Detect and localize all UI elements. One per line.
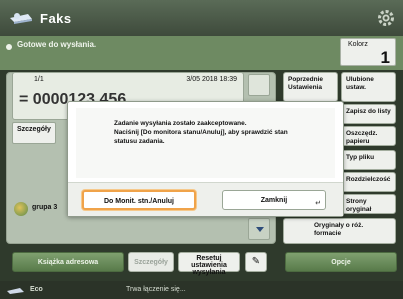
eco-icon <box>6 284 26 298</box>
mixed-size-originals-button[interactable]: Oryginały o róż. formacie <box>283 218 396 244</box>
file-type-button[interactable]: Typ pliku <box>341 150 396 170</box>
job-number: 1/1 <box>34 76 44 83</box>
group-label: grupa 3 <box>32 204 58 211</box>
scroll-up-button[interactable] <box>248 74 270 96</box>
save-to-list-button[interactable]: Zapisz do listy <box>341 104 396 124</box>
original-sides-button[interactable]: Strony oryginał <box>341 194 396 214</box>
close-button-label: Zamknij <box>260 197 288 204</box>
details-button[interactable]: Szczegóły <box>12 122 56 144</box>
status-monitor-cancel-button[interactable]: Do Monit. stn./Anuluj <box>82 190 196 210</box>
chevron-down-icon <box>256 227 264 232</box>
dialog-line-2: Naciśnij [Do monitora stanu/Anuluj], aby… <box>114 129 288 136</box>
dialog-line-3: statusu zadania. <box>114 138 165 145</box>
status-bar: Gotowe do wysłania. Kolorz 1 <box>0 36 403 70</box>
fax-icon <box>8 9 34 30</box>
status-indicator-icon <box>6 44 12 50</box>
status-message: Gotowe do wysłania. <box>17 40 97 49</box>
enter-corner-icon: ↵ <box>315 200 321 207</box>
favorite-settings-button[interactable]: Ulubione ustaw. <box>341 72 396 102</box>
options-button[interactable]: Opcje <box>285 252 397 272</box>
app-title: Faks <box>40 11 72 26</box>
gear-icon[interactable] <box>377 9 395 32</box>
previous-settings-button[interactable]: Poprzednie Ustawienia <box>283 72 338 102</box>
group-icon <box>14 202 28 216</box>
close-button[interactable]: Zamknij ↵ <box>222 190 326 210</box>
dialog-message-area: Zadanie wysyłania zostało zaakceptowane.… <box>76 108 335 178</box>
dialog-line-1: Zadanie wysyłania zostało zaakceptowane. <box>114 120 247 127</box>
edit-icon[interactable]: ✎ <box>245 252 267 272</box>
scroll-down-button[interactable] <box>248 218 270 240</box>
send-accepted-dialog: Zadanie wysyłania zostało zaakceptowane.… <box>67 101 344 217</box>
detail-button[interactable]: Szczegóły <box>128 252 174 272</box>
top-bar: Faks <box>0 0 403 36</box>
group-row[interactable]: grupa 3 <box>12 200 62 218</box>
reset-settings-button[interactable]: Resetuj ustawienia wysyłania <box>178 252 240 276</box>
footer-status: Trwa łączenie się... <box>126 286 186 293</box>
mixed-size-label: Oryginały o róż. formacie <box>314 222 364 237</box>
footer-bar: Eco Trwa łączenie się... <box>0 281 403 299</box>
footer-label: Eco <box>30 286 43 293</box>
copies-box: Kolorz 1 <box>340 38 396 67</box>
paper-saving-button[interactable]: Oszczędz. papieru <box>341 126 396 146</box>
address-book-button[interactable]: Książka adresowa <box>12 252 124 272</box>
copies-label: Kolorz <box>348 41 368 48</box>
copies-value: 1 <box>380 48 390 67</box>
resolution-button[interactable]: Rozdzielczość <box>341 172 396 192</box>
job-datetime: 3/05 2018 18:39 <box>186 76 237 83</box>
